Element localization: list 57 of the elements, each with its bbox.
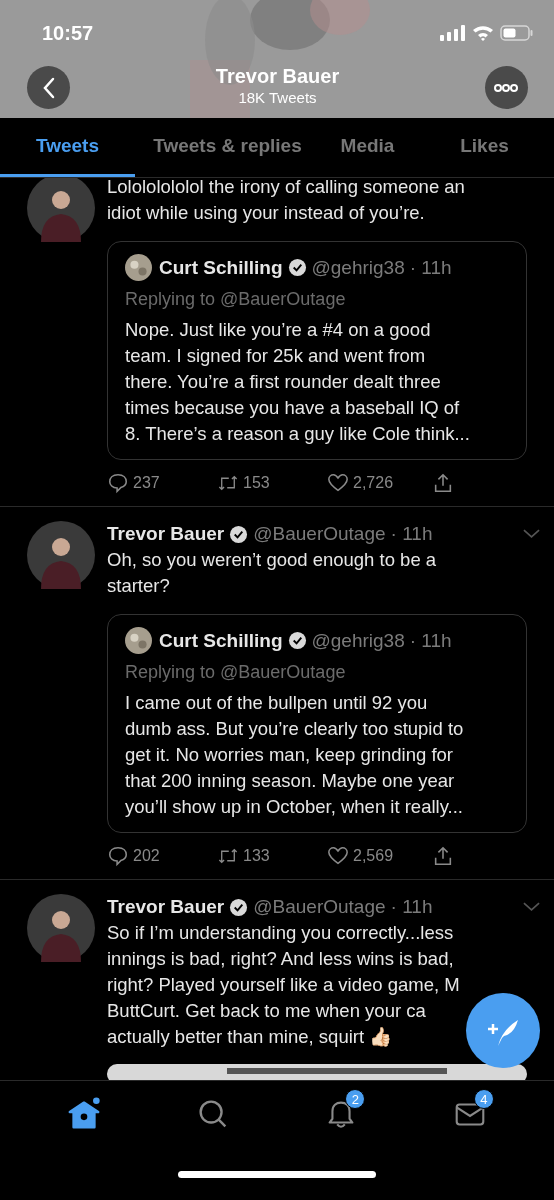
profile-tab[interactable]: Media <box>320 118 415 177</box>
verified-icon <box>287 258 307 277</box>
wifi-icon <box>472 25 494 41</box>
profile-tab[interactable]: Tweets & replies <box>135 118 320 177</box>
like-button[interactable]: 2,569 <box>327 845 432 867</box>
tweet-time: · 11h <box>390 523 433 545</box>
quoted-tweet[interactable] <box>107 614 527 833</box>
battery-icon <box>500 25 534 41</box>
replying-to: Replying to @BauerOutage <box>125 289 347 310</box>
reply-button[interactable]: 202 <box>107 845 217 867</box>
quoted-text: I came out of the bullpen until 92 you dumb ass. But you’re clearly too stupid to get it. No worries man, keep grinding for that 200 inning season. Maybe one year you’ll show up in October, when it really... <box>125 691 465 819</box>
retweet-button[interactable]: 133 <box>217 845 327 867</box>
author-handle: @BauerOutage <box>253 523 386 545</box>
author-name[interactable]: Trevor Bauer <box>107 523 225 545</box>
avatar[interactable] <box>27 178 95 242</box>
signal-icon <box>440 25 466 41</box>
chevron-down-icon[interactable] <box>523 529 540 539</box>
speech-bubble-icon <box>107 472 129 494</box>
author-name[interactable]: Trevor Bauer <box>107 896 225 918</box>
verified-icon <box>287 631 307 650</box>
reply-button[interactable]: 237 <box>107 472 217 494</box>
author-name: Curt Schilling <box>159 256 283 279</box>
profile-name: Trevor Bauer <box>215 65 340 88</box>
quoted-tweet[interactable] <box>107 241 527 460</box>
avatar <box>125 627 152 654</box>
share-icon[interactable] <box>432 845 454 867</box>
author-handle: @gehrig38 <box>311 256 405 279</box>
retweet-button[interactable]: 153 <box>217 472 327 494</box>
chevron-down-icon[interactable] <box>523 902 540 912</box>
tweet-time: · 11h <box>409 629 452 652</box>
tweet-text: Oh, so you weren’t good enough to be a starter? <box>107 548 437 598</box>
tweet-text: So if I’m understanding you correctly...less innings is bad, right? And less wins is bad, right? Played yourself like a video game, M ButtCurt. Get back to me when your ca actually better than mine, squirt 👍🏻 <box>107 921 460 1049</box>
speech-bubble-icon <box>107 845 129 867</box>
tweet-time: · 11h <box>390 896 433 918</box>
replying-to: Replying to @BauerOutage <box>125 662 347 683</box>
tweet-time: · 11h <box>409 256 452 279</box>
share-icon[interactable] <box>432 472 454 494</box>
author-name: Curt Schilling <box>159 629 283 652</box>
author-handle: @BauerOutage <box>253 896 386 918</box>
tweet-count: 18K Tweets <box>238 89 317 106</box>
heart-icon <box>327 472 349 494</box>
quoted-text: Nope. Just like you’re a #4 on a good team. I signed for 25k and went from there. You’re a first rounder dealt three times because you have a baseball IQ of 8. There’s a reason a guy like Cole think... <box>125 318 471 446</box>
profile-tab[interactable]: Likes <box>415 118 554 177</box>
avatar <box>125 254 152 281</box>
notification-badge: 2 <box>345 1089 366 1109</box>
notification-badge: 4 <box>473 1089 494 1109</box>
author-handle: @gehrig38 <box>311 629 405 652</box>
avatar[interactable] <box>27 521 95 589</box>
back-icon <box>41 76 56 99</box>
verified-icon <box>229 524 249 544</box>
heart-icon <box>327 845 349 867</box>
more-icon <box>494 83 519 92</box>
like-button[interactable]: 2,726 <box>327 472 432 494</box>
avatar[interactable] <box>27 894 95 962</box>
tweet-text: Lolololololol the irony of calling someone an idiot while using your instead of you’re. <box>107 178 465 225</box>
verified-icon <box>229 897 249 917</box>
status-time: 10:57 <box>42 21 94 45</box>
